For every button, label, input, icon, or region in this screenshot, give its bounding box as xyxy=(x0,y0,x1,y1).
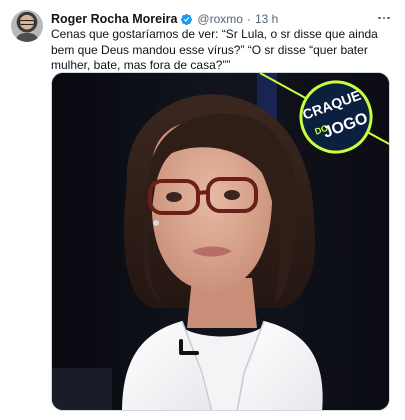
author-avatar[interactable] xyxy=(11,10,43,42)
tweet-photo[interactable]: CRAQUE DO JOGO xyxy=(51,72,390,411)
author-name[interactable]: Roger Rocha Moreira xyxy=(51,12,177,26)
tweet-card[interactable]: Roger Rocha Moreira @roxmo · 13 h Cenas … xyxy=(0,0,405,420)
tweet-header: Roger Rocha Moreira @roxmo · 13 h xyxy=(51,11,278,27)
more-options-icon[interactable] xyxy=(377,11,391,25)
tweet-text: Cenas que gostaríamos de ver: “Sr Lula, … xyxy=(51,27,378,72)
separator-dot: · xyxy=(246,12,251,26)
tweet-timestamp[interactable]: 13 h xyxy=(255,12,278,26)
author-handle[interactable]: @roxmo xyxy=(197,12,243,26)
verified-badge-icon xyxy=(180,13,193,26)
